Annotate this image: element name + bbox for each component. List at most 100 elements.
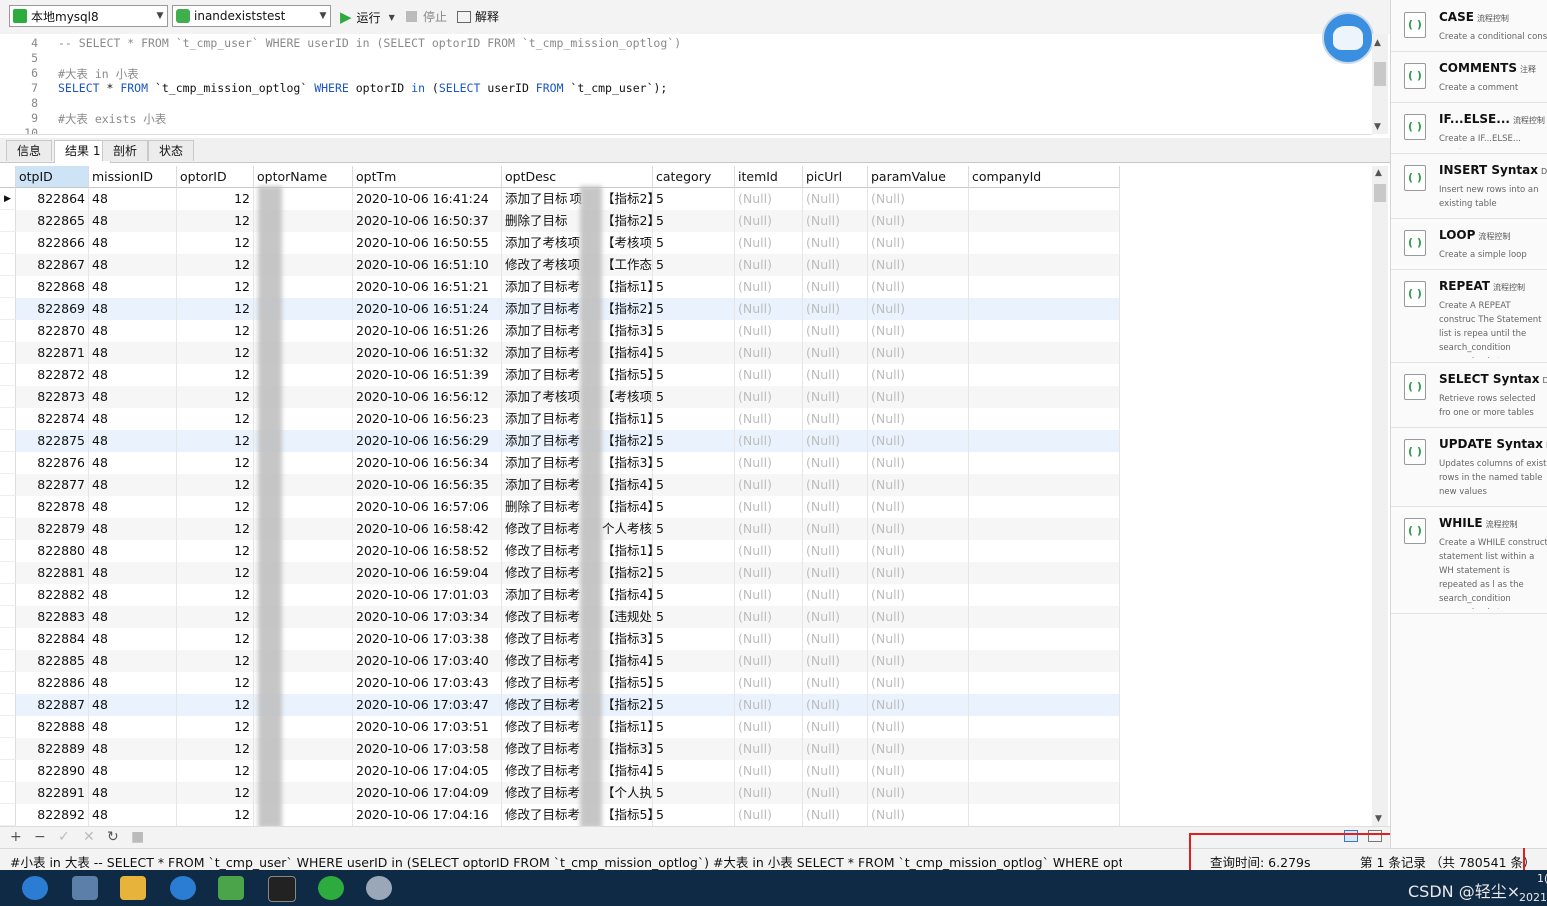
app-icon-2[interactable] <box>72 876 98 900</box>
apply-icon[interactable]: ✓ <box>58 829 70 845</box>
app-icon-1[interactable] <box>22 876 48 900</box>
terminal-icon[interactable] <box>268 876 296 902</box>
table-row[interactable]: 822879 48 12 2020-10-06 16:58:42 修改了目标考 个人考核 5… <box>16 518 1120 540</box>
table-row[interactable]: 8228724812 2020-10-06 16:51:39添加了目标考 【指标5】… <box>16 364 1120 386</box>
row-selector[interactable] <box>0 650 16 672</box>
row-selector[interactable] <box>0 760 16 782</box>
row-selector[interactable] <box>0 276 16 298</box>
tab-3[interactable]: 状态 <box>148 140 195 161</box>
stop-button[interactable]: 停止 <box>406 8 447 25</box>
tab-0[interactable]: 信息 <box>6 140 53 161</box>
snippet-item[interactable]: ( ) COMMENTS 注释 Create a comment <box>1391 51 1547 103</box>
editor-scrollbar[interactable]: ▲ ▼ <box>1372 34 1388 134</box>
row-selector[interactable] <box>0 738 16 760</box>
table-row[interactable]: 8228684812 2020-10-06 16:51:21添加了目标考 【指标1】… <box>16 276 1120 298</box>
paint-icon[interactable] <box>366 876 392 900</box>
sql-editor[interactable]: 4 -- SELECT * FROM `t_cmp_user` WHERE use… <box>0 34 1372 135</box>
grid-scrollbar[interactable]: ▲ ▼ <box>1372 166 1388 826</box>
row-selector[interactable] <box>0 518 16 540</box>
table-row[interactable]: 8228804812 2020-10-06 16:58:52修改了目标考 【指标1】… <box>16 540 1120 562</box>
table-row[interactable]: 8228864812 2020-10-06 17:03:43修改了目标考 【指标5】… <box>16 672 1120 694</box>
column-header-companyId[interactable]: companyId <box>969 166 1120 188</box>
database-select[interactable]: inandexiststest ▼ <box>172 5 331 27</box>
table-row[interactable]: 8228784812 2020-10-06 16:57:06删除了目标考 【指标4】… <box>16 496 1120 518</box>
row-selector[interactable] <box>0 540 16 562</box>
refresh-icon[interactable]: ↻ <box>107 829 119 845</box>
table-row[interactable]: 8228904812 2020-10-06 17:04:05修改了目标考 【指标4】… <box>16 760 1120 782</box>
row-selector[interactable] <box>0 584 16 606</box>
explain-button[interactable]: 解释 <box>457 8 499 25</box>
row-selector[interactable] <box>0 364 16 386</box>
table-row[interactable]: 8228814812 2020-10-06 16:59:04修改了目标考 【指标2】… <box>16 562 1120 584</box>
column-header-optorID[interactable]: optorID <box>177 166 254 188</box>
row-selector[interactable] <box>0 782 16 804</box>
row-selector[interactable] <box>0 804 16 826</box>
navicat-icon[interactable] <box>318 876 344 900</box>
table-row[interactable]: 8228744812 2020-10-06 16:56:23添加了目标考 【指标1】… <box>16 408 1120 430</box>
table-row[interactable]: 8228644812 2020-10-06 16:41:24添加了目标项【指标2】… <box>16 188 1120 210</box>
row-selector[interactable] <box>0 562 16 584</box>
folder-icon[interactable] <box>120 876 146 900</box>
table-row[interactable]: 8228714812 2020-10-06 16:51:32添加了目标考 【指标4】… <box>16 342 1120 364</box>
column-header-otpID[interactable]: otpID <box>16 166 89 188</box>
table-row[interactable]: 8228754812 2020-10-06 16:56:29添加了目标考 【指标2】… <box>16 430 1120 452</box>
row-selector[interactable] <box>0 716 16 738</box>
row-selector[interactable] <box>0 430 16 452</box>
delete-row-icon[interactable]: − <box>34 829 46 845</box>
table-row[interactable]: 822873 48 12 2020-10-06 16:56:12 添加了考核项 【考核项 5… <box>16 386 1120 408</box>
snippet-item[interactable]: ( ) LOOP流程控制 Create a simple loop cons <box>1391 218 1547 270</box>
column-header-category[interactable]: category <box>653 166 735 188</box>
table-row[interactable]: 8228704812 2020-10-06 16:51:26添加了目标考 【指标3】… <box>16 320 1120 342</box>
table-row[interactable]: 8228854812 2020-10-06 17:03:40修改了目标考 【指标4】… <box>16 650 1120 672</box>
snippet-item[interactable]: ( ) CASE 流程控制 Create a conditional cons <box>1391 0 1547 52</box>
row-selector[interactable] <box>0 672 16 694</box>
avatar[interactable] <box>1322 12 1374 64</box>
add-row-icon[interactable]: + <box>10 829 22 845</box>
table-row[interactable]: 8228874812 2020-10-06 17:03:47修改了目标考 【指标2】… <box>16 694 1120 716</box>
table-row[interactable]: 8228654812 2020-10-06 16:50:37删除了目标 【指标2】5… <box>16 210 1120 232</box>
table-row[interactable]: 8228764812 2020-10-06 16:56:34添加了目标考 【指标3】… <box>16 452 1120 474</box>
table-row[interactable]: 8228924812 2020-10-06 17:04:16修改了目标考 【指标5】… <box>16 804 1120 826</box>
connection-select[interactable]: 本地mysql8 ▼ <box>9 5 168 27</box>
app-icon-3[interactable] <box>170 876 196 900</box>
row-selector[interactable] <box>0 254 16 276</box>
row-selector[interactable] <box>0 408 16 430</box>
column-header-itemId[interactable]: itemId <box>735 166 803 188</box>
table-row[interactable]: 8228774812 2020-10-06 16:56:35添加了目标考 【指标4】… <box>16 474 1120 496</box>
editor-scroll-thumb[interactable] <box>1374 62 1386 86</box>
row-selector[interactable] <box>0 342 16 364</box>
column-header-optDesc[interactable]: optDesc <box>502 166 653 188</box>
row-selector[interactable] <box>0 628 16 650</box>
table-row[interactable]: 8228844812 2020-10-06 17:03:38修改了目标考 【指标3】… <box>16 628 1120 650</box>
grid-scroll-thumb[interactable] <box>1374 184 1386 202</box>
column-header-optorName[interactable]: optorName <box>254 166 353 188</box>
row-selector[interactable] <box>0 386 16 408</box>
row-selector[interactable] <box>0 496 16 518</box>
table-row[interactable]: 822883 48 12 2020-10-06 17:03:34 修改了目标考 【违规处 5… <box>16 606 1120 628</box>
row-selector[interactable] <box>0 232 16 254</box>
row-selector[interactable] <box>0 606 16 628</box>
column-header-paramValue[interactable]: paramValue <box>868 166 969 188</box>
table-row[interactable]: 8228894812 2020-10-06 17:03:58修改了目标考 【指标3】… <box>16 738 1120 760</box>
row-selector[interactable]: ▶ <box>0 188 16 210</box>
snippet-item[interactable]: ( ) WHILE 流程控制 Create a WHILE construct sta… <box>1391 506 1547 614</box>
editor-icon[interactable] <box>218 876 244 900</box>
snippet-item[interactable]: ( ) UPDATE SyntaxDI Updates columns of exi… <box>1391 427 1547 507</box>
snippet-item[interactable]: ( )INSERT SyntaxDMInsert new rows into a… <box>1391 153 1547 219</box>
row-selector[interactable] <box>0 210 16 232</box>
snippet-item[interactable]: ( ) IF...ELSE... 流程控制 Create a IF...ELSE...… <box>1391 102 1547 154</box>
table-row[interactable]: 822866 48 12 2020-10-06 16:50:55 添加了考核项 【考核项 5… <box>16 232 1120 254</box>
column-header-picUrl[interactable]: picUrl <box>803 166 868 188</box>
table-row[interactable]: 8228884812 2020-10-06 17:03:51修改了目标考 【指标1】… <box>16 716 1120 738</box>
snippet-item[interactable]: ( ) REPEAT 流程控制 Create A REPEAT construc Th… <box>1391 269 1547 363</box>
row-selector[interactable] <box>0 474 16 496</box>
table-row[interactable]: 822891 48 12 2020-10-06 17:04:09 修改了目标考 【个人执 5… <box>16 782 1120 804</box>
row-selector[interactable] <box>0 298 16 320</box>
run-button[interactable]: ▶ 运行 ▼ <box>340 8 395 26</box>
tab-2[interactable]: 剖析 <box>102 140 149 161</box>
column-header-optTm[interactable]: optTm <box>353 166 502 188</box>
row-selector[interactable] <box>0 452 16 474</box>
snippet-item[interactable]: ( ) SELECT SyntaxDM Retrieve rows selected… <box>1391 362 1547 428</box>
table-row[interactable]: 822867 48 12 2020-10-06 16:51:10 修改了考核项 【工作态 5… <box>16 254 1120 276</box>
row-selector[interactable] <box>0 694 16 716</box>
